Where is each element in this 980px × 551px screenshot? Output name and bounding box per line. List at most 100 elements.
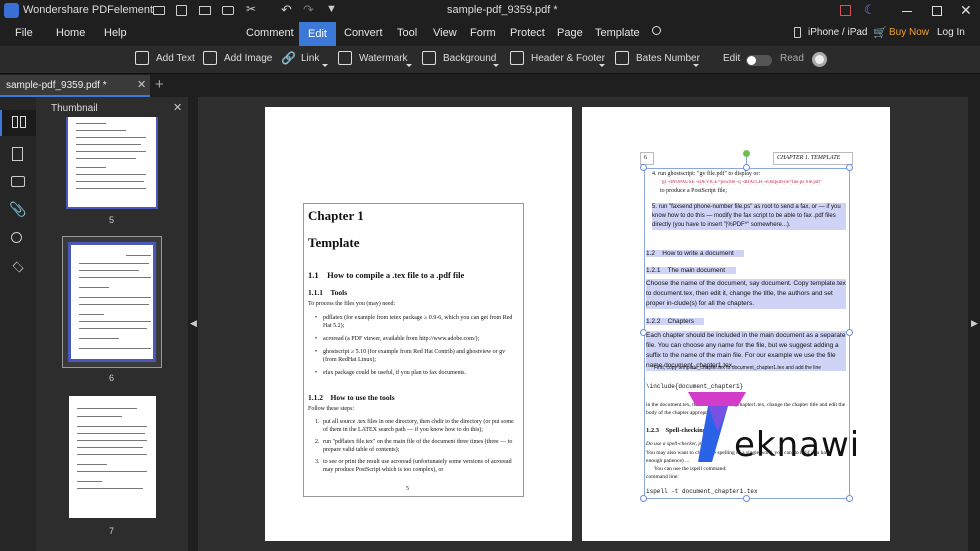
theme-moon-icon[interactable]: ☾ (864, 2, 876, 18)
subsection-1-2-1: 1.2.1 The main document (646, 267, 736, 274)
collapse-panel-right-icon[interactable]: ▶ (971, 318, 978, 329)
menu-home[interactable]: Home (56, 27, 85, 39)
search-panel-icon[interactable] (9, 230, 27, 248)
menu-file[interactable]: File (15, 27, 33, 39)
search-icon[interactable] (652, 26, 661, 35)
bates-number-dropdown-icon[interactable] (693, 64, 699, 67)
header-footer-button[interactable]: Header & Footer (531, 53, 605, 64)
thumb-line (76, 144, 141, 145)
print-icon[interactable] (222, 6, 234, 15)
thumb-line (77, 471, 147, 472)
thumb-line (76, 151, 146, 152)
attachment-icon[interactable]: 📎 (9, 201, 27, 219)
thumb-line (79, 263, 149, 264)
step-item: 2. run "pdflatex file.tex" on the main fi… (315, 439, 513, 453)
add-text-button[interactable]: Add Text (156, 53, 195, 64)
thumbnail-panel: Thumbnail ✕ 5 6 7 (36, 97, 188, 551)
tab-close-icon[interactable]: ✕ (137, 78, 146, 91)
link-dropdown-icon[interactable] (322, 64, 328, 67)
save-icon[interactable] (176, 5, 187, 16)
resize-handle-tl[interactable] (640, 164, 647, 171)
settings-gear-icon[interactable] (812, 52, 827, 67)
edit-read-toggle[interactable] (746, 55, 772, 66)
item-4: 4. run ghostscript: "gv file.pdf" to dis… (652, 171, 761, 177)
mail-icon[interactable] (199, 6, 211, 15)
tab-label: sample-pdf_9359.pdf * (6, 80, 107, 91)
resize-handle-bl[interactable] (640, 495, 647, 502)
menu-page[interactable]: Page (557, 27, 583, 39)
menu-tool[interactable]: Tool (397, 27, 417, 39)
thumb-line (77, 433, 145, 434)
rotate-handle[interactable] (743, 150, 750, 157)
new-tab-button[interactable]: + (155, 76, 164, 93)
menu-view[interactable]: View (433, 27, 457, 39)
document-tab[interactable]: sample-pdf_9359.pdf * ✕ (0, 75, 150, 97)
layers-icon[interactable] (9, 258, 27, 276)
thumb-line (76, 188, 146, 189)
background-dropdown-icon[interactable] (493, 64, 499, 67)
thumb-line (77, 440, 147, 441)
code-include: \include{document_chapter1} (646, 383, 744, 390)
thumb-line (79, 338, 119, 339)
watermark-button[interactable]: Watermark (359, 53, 408, 64)
bookmark-icon[interactable] (9, 145, 27, 163)
toggle-knob (747, 56, 756, 65)
header-footer-dropdown-icon[interactable] (599, 64, 605, 67)
document-viewer: Chapter 1 Template 1.1 How to compile a … (198, 97, 968, 551)
link-button[interactable]: Link (301, 53, 319, 64)
menu-form[interactable]: Form (470, 27, 496, 39)
comment-icon[interactable] (9, 173, 27, 191)
minimize-button[interactable] (902, 11, 912, 12)
resize-handle-bm[interactable] (743, 495, 750, 502)
menu-convert[interactable]: Convert (344, 27, 383, 39)
buy-now-link[interactable]: Buy Now (889, 27, 929, 38)
menu-comment[interactable]: Comment (246, 27, 294, 39)
watermark-dropdown-icon[interactable] (406, 64, 412, 67)
add-text-icon (135, 51, 149, 65)
thumbnail-panel-close-icon[interactable]: ✕ (173, 101, 182, 114)
open-folder-icon[interactable] (153, 6, 165, 15)
menu-iphone-ipad[interactable]: iPhone / iPad (808, 27, 868, 38)
thumbnail-page-6-selected[interactable] (62, 236, 162, 368)
thumb-line (77, 464, 107, 465)
resize-handle-br[interactable] (846, 495, 853, 502)
subsection-1-2-2: 1.2.2 Chapters (646, 318, 704, 325)
logo-bar (688, 392, 746, 406)
thumb-line (77, 488, 143, 489)
menu-protect[interactable]: Protect (510, 27, 545, 39)
thumb-line (79, 270, 139, 271)
menu-template[interactable]: Template (595, 27, 640, 39)
thumb-line (77, 454, 147, 455)
close-button[interactable]: ✕ (960, 2, 972, 19)
collapse-panel-left-icon[interactable]: ◀ (190, 318, 197, 329)
bullet-list: • pdflatex (for example from tetex packag… (315, 314, 520, 382)
thumbnail-page-5[interactable] (66, 117, 158, 209)
quick-access-dropdown-icon[interactable]: ▼ (326, 3, 337, 15)
thumb-line (77, 426, 147, 427)
maximize-button[interactable] (932, 6, 942, 16)
thumbnail-icon (12, 116, 18, 128)
resize-handle-mr[interactable] (846, 329, 853, 336)
bullet-text: efax package could be useful, if you pla… (323, 370, 466, 376)
background-button[interactable]: Background (443, 53, 496, 64)
bates-number-button[interactable]: Bates Number (636, 53, 700, 64)
thumbnail-icon-part (20, 116, 26, 128)
add-image-button[interactable]: Add Image (224, 53, 272, 64)
redo-icon[interactable]: ↷ (303, 2, 314, 18)
item-5: 5. run "faxsend phone-number file.ps" as… (652, 203, 846, 230)
watermark-icon (338, 51, 352, 65)
step-text: put all source .tex files in one directo… (323, 419, 514, 433)
menu-help[interactable]: Help (104, 27, 127, 39)
share-icon[interactable]: ✂ (246, 2, 256, 16)
feedback-icon[interactable] (840, 5, 851, 16)
resize-handle-tm[interactable] (743, 164, 750, 171)
read-mode-label: Read (780, 53, 804, 64)
resize-handle-tr[interactable] (846, 164, 853, 171)
login-link[interactable]: Log In (937, 27, 965, 38)
thumb-line (79, 287, 109, 288)
undo-icon[interactable]: ↶ (281, 2, 292, 18)
thumbnail-rail-button[interactable] (0, 110, 36, 136)
thumbnail-page-7[interactable] (69, 396, 156, 518)
menu-edit[interactable]: Edit (299, 22, 336, 46)
subsection-1-1-1: 1.1.1 Tools (308, 288, 348, 297)
